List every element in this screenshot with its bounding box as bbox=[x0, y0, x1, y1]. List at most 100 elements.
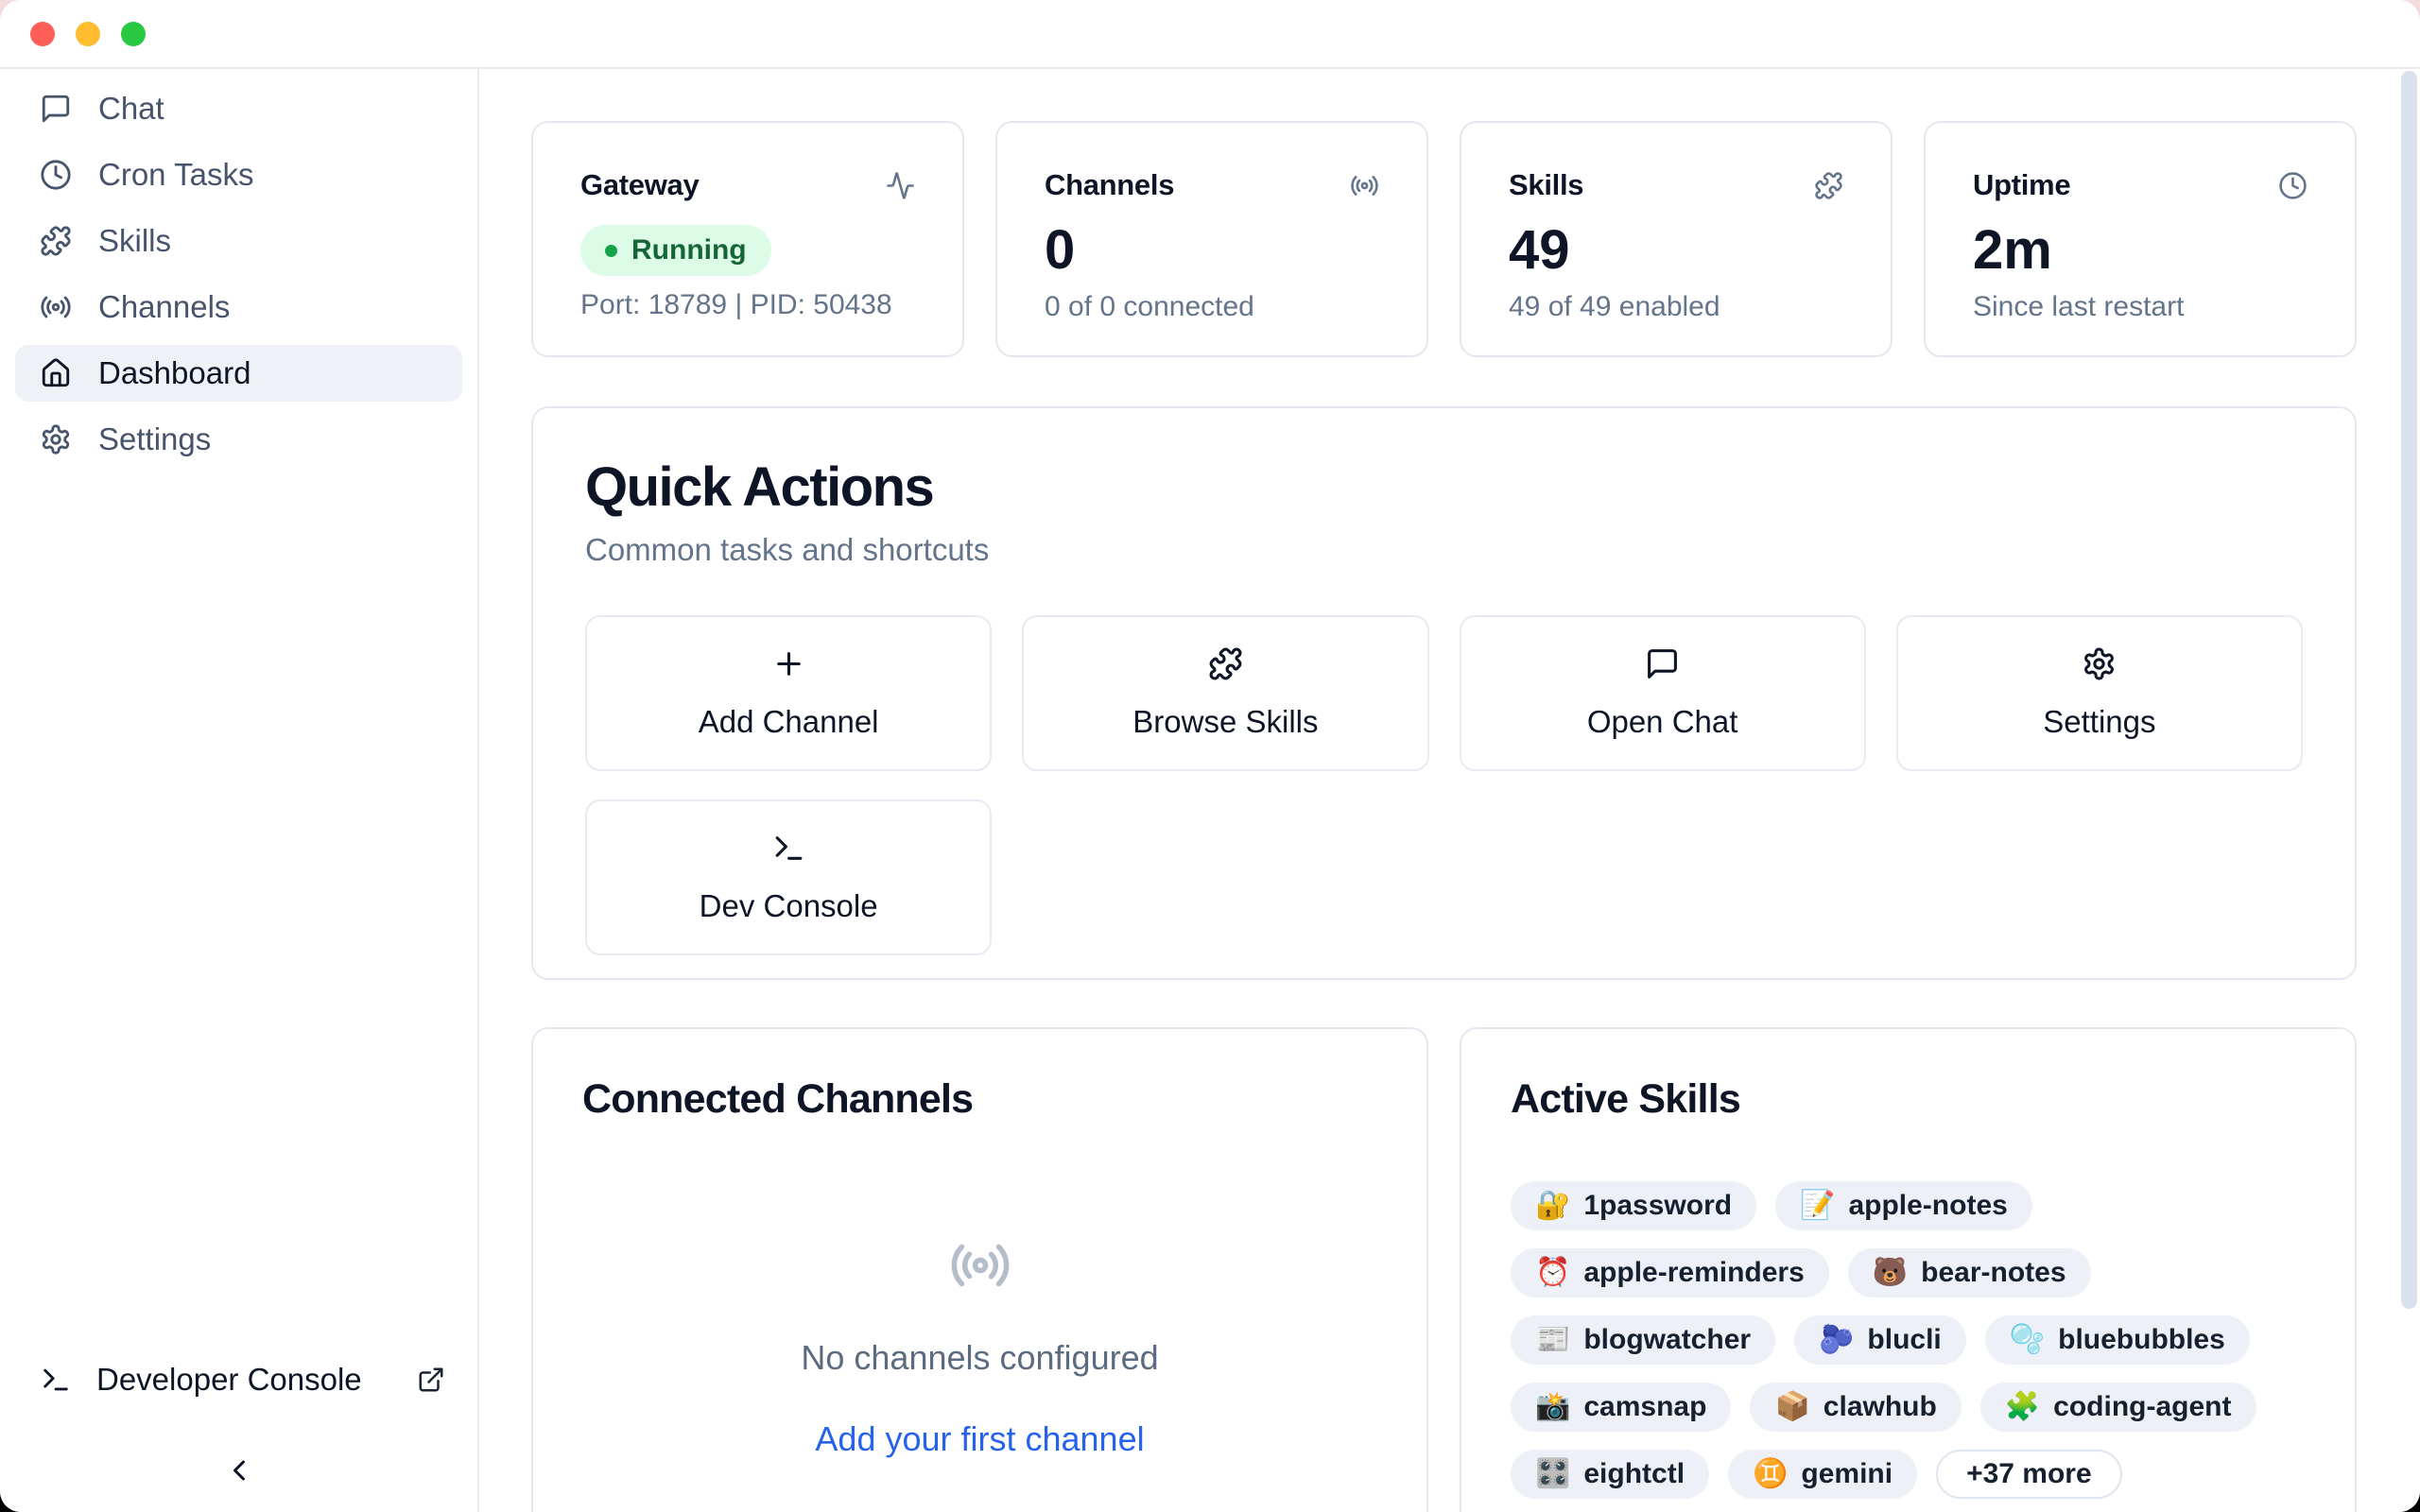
action-label: Add Channel bbox=[699, 704, 879, 740]
sidebar-footer: Developer Console bbox=[15, 1351, 462, 1487]
stat-title: Skills bbox=[1509, 168, 1583, 202]
connected-channels-title: Connected Channels bbox=[582, 1076, 1377, 1123]
action-browse-skills-button[interactable]: Browse Skills bbox=[1022, 615, 1428, 771]
home-icon bbox=[40, 357, 72, 389]
app-window: Chat Cron Tasks Skills Channels Dashboar… bbox=[0, 0, 2420, 1512]
skill-emoji: 🔐 bbox=[1535, 1192, 1570, 1220]
scrollbar-thumb[interactable] bbox=[2401, 71, 2417, 1309]
skill-badge-clawhub: 📦 clawhub bbox=[1750, 1383, 1961, 1432]
skill-name: gemini bbox=[1801, 1458, 1893, 1490]
skill-name: apple-notes bbox=[1848, 1190, 2007, 1222]
stat-detail: Since last restart bbox=[1973, 291, 2308, 323]
skill-emoji: ♊️ bbox=[1753, 1460, 1788, 1488]
stat-card-header: Channels bbox=[1045, 168, 1379, 202]
stat-title: Gateway bbox=[580, 168, 699, 202]
puzzle-icon bbox=[1208, 646, 1243, 681]
add-first-channel-link[interactable]: Add your first channel bbox=[815, 1419, 1144, 1459]
developer-console-button[interactable]: Developer Console bbox=[15, 1351, 462, 1408]
close-button[interactable] bbox=[30, 22, 55, 46]
skill-name: coding-agent bbox=[2053, 1391, 2231, 1423]
stat-title: Channels bbox=[1045, 168, 1174, 202]
action-add-channel-button[interactable]: Add Channel bbox=[585, 615, 992, 771]
zoom-button[interactable] bbox=[121, 22, 146, 46]
titlebar bbox=[0, 0, 2420, 69]
collapse-sidebar-button[interactable] bbox=[222, 1453, 256, 1487]
sidebar-item-dashboard[interactable]: Dashboard bbox=[15, 345, 462, 402]
skill-badge-eightctl: 🎛️ eightctl bbox=[1511, 1450, 1709, 1499]
minimize-button[interactable] bbox=[76, 22, 100, 46]
skill-badge-apple-reminders: ⏰ apple-reminders bbox=[1511, 1248, 1829, 1297]
skill-name: clawhub bbox=[1824, 1391, 1937, 1423]
action-open-chat-button[interactable]: Open Chat bbox=[1460, 615, 1866, 771]
developer-console-label: Developer Console bbox=[96, 1362, 362, 1398]
stat-detail: 0 of 0 connected bbox=[1045, 291, 1379, 323]
radio-icon bbox=[1350, 171, 1379, 200]
gear-icon bbox=[40, 423, 72, 455]
skill-badge-blucli: 🫐 blucli bbox=[1794, 1315, 1966, 1365]
skill-badge-apple-notes: 📝 apple-notes bbox=[1775, 1181, 2032, 1230]
quick-actions-card: Quick Actions Common tasks and shortcuts… bbox=[531, 406, 2357, 980]
plus-icon bbox=[771, 646, 806, 681]
more-skills-button[interactable]: +37 more bbox=[1936, 1450, 2122, 1499]
message-square-icon bbox=[1645, 646, 1680, 681]
skill-emoji: 📝 bbox=[1800, 1192, 1835, 1220]
skill-emoji: ⏰ bbox=[1535, 1259, 1570, 1287]
skill-emoji: 🐻 bbox=[1873, 1259, 1908, 1287]
bottom-grid: Connected Channels No channels configure… bbox=[531, 1027, 2357, 1512]
stat-card-channels: Channels 0 0 of 0 connected bbox=[995, 121, 1428, 357]
quick-actions-title: Quick Actions bbox=[585, 455, 2303, 519]
sidebar-item-channels[interactable]: Channels bbox=[15, 279, 462, 335]
skill-emoji: 📦 bbox=[1774, 1393, 1809, 1421]
channels-empty-state: No channels configured Add your first ch… bbox=[582, 1234, 1377, 1459]
skill-emoji: 📰 bbox=[1535, 1326, 1570, 1354]
stats-grid: Gateway Running Port: 18789 | PID: 50438… bbox=[531, 121, 2357, 357]
message-square-icon bbox=[40, 93, 72, 125]
empty-state-text: No channels configured bbox=[801, 1338, 1158, 1378]
skill-name: camsnap bbox=[1583, 1391, 1706, 1423]
terminal-icon bbox=[40, 1364, 72, 1396]
skill-name: eightctl bbox=[1583, 1458, 1685, 1490]
action-label: Dev Console bbox=[700, 888, 878, 924]
skill-emoji: 📸 bbox=[1535, 1393, 1570, 1421]
radio-icon bbox=[40, 291, 72, 323]
stat-card-header: Uptime bbox=[1973, 168, 2308, 202]
actions-grid: Add Channel Browse Skills Open Chat Sett… bbox=[585, 615, 2303, 955]
sidebar-item-chat[interactable]: Chat bbox=[15, 80, 462, 137]
status-dot bbox=[605, 245, 617, 257]
sidebar-item-settings[interactable]: Settings bbox=[15, 411, 462, 468]
clock-icon bbox=[2278, 171, 2308, 200]
clock-icon bbox=[40, 159, 72, 191]
skill-name: blucli bbox=[1867, 1324, 1941, 1356]
skill-emoji: 🫐 bbox=[1819, 1326, 1854, 1354]
skill-badge-camsnap: 📸 camsnap bbox=[1511, 1383, 1731, 1432]
main-content: Gateway Running Port: 18789 | PID: 50438… bbox=[479, 69, 2420, 1512]
active-skills-card: Active Skills 🔐 1password 📝 apple-notes … bbox=[1460, 1027, 2357, 1512]
stat-detail: Port: 18789 | PID: 50438 bbox=[580, 289, 915, 321]
stat-value: 0 bbox=[1045, 223, 1379, 278]
radio-icon bbox=[949, 1234, 1011, 1297]
action-label: Settings bbox=[2043, 704, 2155, 740]
skill-name: bear-notes bbox=[1921, 1257, 2066, 1289]
collapse-row bbox=[15, 1453, 462, 1487]
action-dev-console-button[interactable]: Dev Console bbox=[585, 799, 992, 955]
connected-channels-card: Connected Channels No channels configure… bbox=[531, 1027, 1428, 1512]
sidebar-item-skills[interactable]: Skills bbox=[15, 213, 462, 269]
puzzle-icon bbox=[40, 225, 72, 257]
action-label: Open Chat bbox=[1587, 704, 1738, 740]
stat-detail: 49 of 49 enabled bbox=[1509, 291, 1843, 323]
skill-emoji: 🎛️ bbox=[1535, 1460, 1570, 1488]
stat-value: 49 bbox=[1509, 223, 1843, 278]
stat-value: 2m bbox=[1973, 223, 2308, 278]
stat-card-header: Gateway bbox=[580, 168, 915, 202]
gear-icon bbox=[2082, 646, 2117, 681]
stat-title: Uptime bbox=[1973, 168, 2070, 202]
sidebar-item-cron-tasks[interactable]: Cron Tasks bbox=[15, 146, 462, 203]
skill-emoji: 🫧 bbox=[2010, 1326, 2045, 1354]
external-link-icon[interactable] bbox=[417, 1366, 445, 1394]
stat-card-skills: Skills 49 49 of 49 enabled bbox=[1460, 121, 1893, 357]
quick-actions-subtitle: Common tasks and shortcuts bbox=[585, 532, 2303, 568]
status-label: Running bbox=[631, 234, 747, 266]
skill-badge-blogwatcher: 📰 blogwatcher bbox=[1511, 1315, 1775, 1365]
action-settings-button[interactable]: Settings bbox=[1896, 615, 2303, 771]
app-body: Chat Cron Tasks Skills Channels Dashboar… bbox=[0, 69, 2420, 1512]
